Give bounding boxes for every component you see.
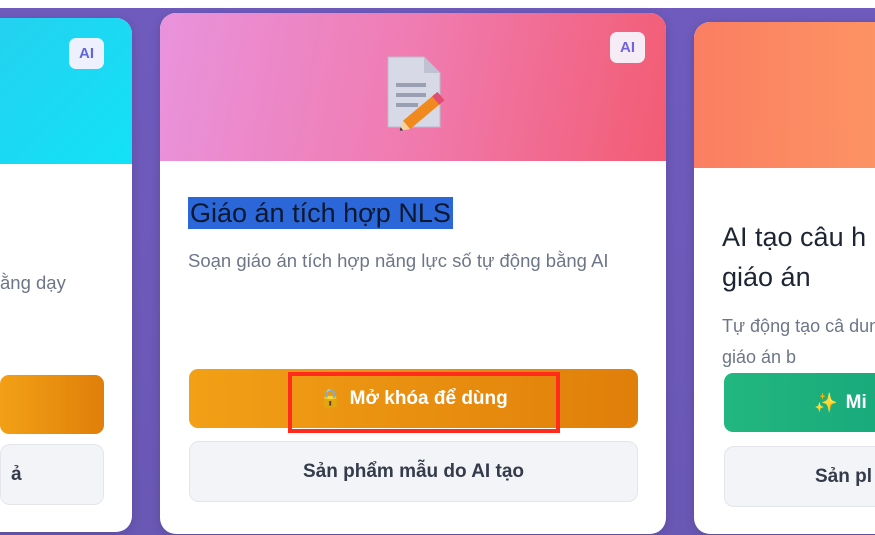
card-description: Tự động tạo câ dung giáo án b xyxy=(722,316,875,367)
primary-action-button[interactable]: ✨ Mi xyxy=(724,373,875,432)
sparkles-icon: ✨ xyxy=(814,392,838,414)
top-strip xyxy=(0,0,875,8)
ai-badge: AI xyxy=(69,38,104,69)
unlock-button-label: Mở khóa để dùng xyxy=(349,387,508,409)
card-banner xyxy=(694,22,875,168)
feature-card-ai-questions: AI tạo câu h giáo án Tự động tạo câ dung… xyxy=(694,22,875,534)
document-edit-icon xyxy=(387,56,445,131)
card-title: Giáo án tích hợp NLS xyxy=(188,197,453,229)
card-title: AI tạo câu h giáo án xyxy=(722,222,867,292)
card-description: ằng dạy xyxy=(0,272,66,293)
sample-products-button[interactable]: Sản pl xyxy=(724,446,875,507)
unlock-button[interactable] xyxy=(0,375,104,434)
primary-action-label: Mi xyxy=(845,391,867,413)
feature-card-left: AI ằng dạy ả xyxy=(0,18,132,532)
sample-button-label: ả xyxy=(11,463,22,485)
feature-card-lesson-plan: AI Giáo án tích hợp NLS Soạn giáo án tíc… xyxy=(160,13,666,534)
sample-products-label: Sản pl xyxy=(815,465,873,487)
lock-icon: 🔒 xyxy=(319,388,342,408)
unlock-button[interactable]: 🔒 Mở khóa để dùng xyxy=(189,369,638,428)
ai-badge: AI xyxy=(610,32,645,63)
card-banner xyxy=(0,18,132,164)
sample-products-label: Sản phẩm mẫu do AI tạo xyxy=(303,460,524,482)
sample-products-button[interactable]: Sản phẩm mẫu do AI tạo xyxy=(189,441,638,502)
sample-button[interactable]: ả xyxy=(0,444,104,505)
card-title-text: Giáo án tích hợp NLS xyxy=(188,197,453,229)
card-description: Soạn giáo án tích hợp năng lực số tự độn… xyxy=(188,250,609,271)
